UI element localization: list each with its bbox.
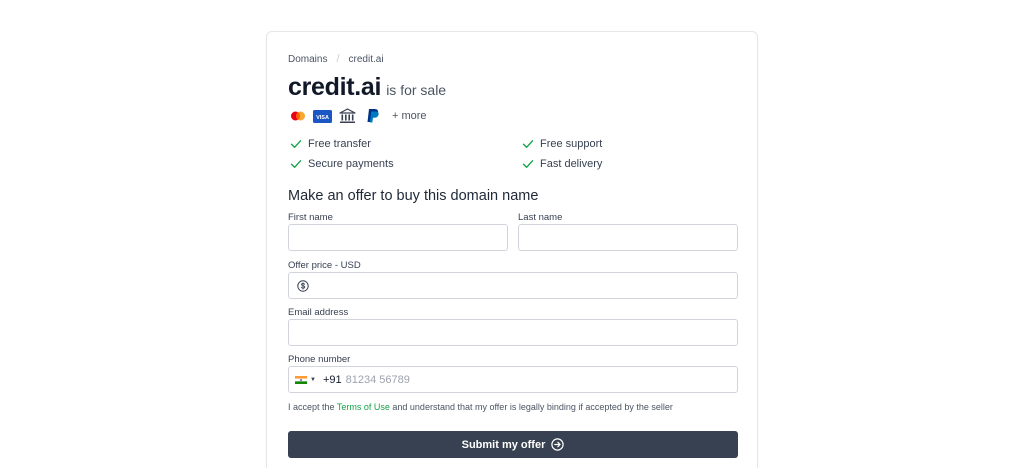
india-flag-icon[interactable] bbox=[295, 375, 307, 384]
offer-price-label: Offer price - USD bbox=[288, 260, 361, 271]
feature-label: Free support bbox=[540, 138, 603, 150]
breadcrumb-domains-link[interactable]: Domains bbox=[288, 54, 327, 65]
feature-item: Free transfer bbox=[288, 137, 520, 151]
check-icon bbox=[290, 138, 302, 150]
first-name-label: First name bbox=[288, 212, 333, 223]
terms-of-use-link[interactable]: Terms of Use bbox=[337, 402, 390, 412]
more-payment-methods: + more bbox=[392, 110, 427, 122]
email-field[interactable] bbox=[288, 319, 738, 346]
offer-card: Domains / credit.ai credit.ai is for sal… bbox=[266, 31, 758, 468]
payment-methods: VISA + more bbox=[288, 108, 427, 124]
feature-item: Free support bbox=[520, 137, 738, 151]
last-name-label: Last name bbox=[518, 212, 563, 223]
feature-label: Secure payments bbox=[308, 158, 394, 170]
phone-placeholder: 81234 56789 bbox=[345, 373, 410, 386]
terms-suffix: and understand that my offer is legally … bbox=[392, 402, 673, 412]
arrow-right-circle-icon bbox=[551, 438, 565, 451]
feature-label: Free transfer bbox=[308, 138, 371, 150]
breadcrumb: Domains / credit.ai bbox=[288, 53, 384, 65]
offer-price-field[interactable] bbox=[288, 272, 738, 299]
phone-label: Phone number bbox=[288, 354, 351, 365]
first-name-field[interactable] bbox=[288, 224, 508, 251]
paypal-icon bbox=[363, 108, 382, 124]
svg-text:VISA: VISA bbox=[316, 115, 329, 121]
phone-country-code: +91 bbox=[322, 373, 342, 386]
bank-icon bbox=[338, 108, 357, 124]
feature-list: Free transfer Free support Secure paymen… bbox=[288, 137, 738, 171]
check-icon bbox=[522, 138, 534, 150]
domain-name: credit.ai bbox=[288, 73, 382, 101]
terms-text: I accept the Terms of Use and understand… bbox=[288, 402, 673, 412]
breadcrumb-current: credit.ai bbox=[348, 53, 384, 65]
feature-item: Secure payments bbox=[288, 157, 520, 171]
last-name-field[interactable] bbox=[518, 224, 738, 251]
feature-label: Fast delivery bbox=[540, 158, 603, 170]
visa-icon: VISA bbox=[313, 108, 332, 124]
breadcrumb-separator: / bbox=[336, 53, 340, 65]
email-label: Email address bbox=[288, 307, 349, 318]
feature-item: Fast delivery bbox=[520, 157, 738, 171]
submit-offer-label: Submit my offer bbox=[461, 438, 546, 451]
terms-prefix: I accept the bbox=[288, 402, 335, 412]
for-sale-label: is for sale bbox=[386, 82, 447, 98]
phone-field[interactable]: ▼ +91 81234 56789 bbox=[288, 366, 738, 393]
check-icon bbox=[522, 158, 534, 170]
chevron-down-icon[interactable]: ▼ bbox=[310, 377, 316, 383]
offer-form-title: Make an offer to buy this domain name bbox=[288, 188, 539, 204]
page-title: credit.ai is for sale bbox=[288, 73, 446, 102]
dollar-icon bbox=[297, 279, 309, 292]
check-icon bbox=[290, 158, 302, 170]
submit-offer-button[interactable]: Submit my offer bbox=[288, 431, 738, 458]
mastercard-icon bbox=[288, 108, 307, 124]
